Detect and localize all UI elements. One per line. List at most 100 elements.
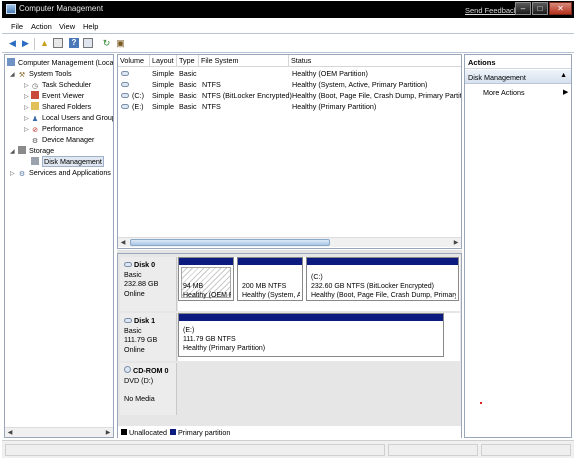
show-hide-action-pane-icon[interactable] <box>83 38 93 48</box>
tree-horizontal-scrollbar[interactable]: ◀ ▶ <box>5 427 113 437</box>
maximize-button[interactable]: □ <box>532 2 548 15</box>
tree-item-local-users-and-groups[interactable]: ♟ Local Users and Groups <box>31 113 113 124</box>
console-tree: Computer Management (Local ◢ ⚒ System Too… <box>4 54 114 438</box>
computer-icon <box>7 58 15 66</box>
cell-volume: (C:) <box>132 91 144 100</box>
minimize-button[interactable]: – <box>515 2 531 15</box>
close-button[interactable]: ✕ <box>549 2 572 15</box>
column-header-volume[interactable]: Volume <box>118 55 150 67</box>
scrollbar-thumb[interactable] <box>130 239 330 246</box>
collapse-up-icon[interactable]: ▲ <box>560 72 567 79</box>
scroll-left-icon[interactable]: ◀ <box>119 239 127 247</box>
disk-type: Basic <box>124 269 142 279</box>
services-icon: ⚙ <box>18 171 26 178</box>
collapse-triangle-icon[interactable]: ◢ <box>10 71 15 78</box>
disk-info-disk-1: Disk 1 Basic 111.79 GB Online <box>120 313 177 361</box>
scroll-left-icon[interactable]: ◀ <box>6 429 14 437</box>
tree-item-performance[interactable]: ⊘ Performance <box>31 124 83 135</box>
disk-name: Disk 1 <box>134 316 156 325</box>
tree-item-shared-folders[interactable]: Shared Folders <box>31 102 91 111</box>
expand-triangle-icon[interactable]: ▷ <box>24 126 29 133</box>
expand-triangle-icon[interactable]: ▷ <box>10 170 15 177</box>
volume-list: Volume Layout Type File System Status Si… <box>117 54 462 249</box>
tree-item-disk-management[interactable]: Disk Management <box>31 156 104 167</box>
back-arrow-icon[interactable]: ◀ <box>7 38 18 49</box>
partition-oem[interactable]: 94 MB Healthy (OEM P <box>178 257 234 301</box>
tree-item-computer-management[interactable]: Computer Management (Local <box>7 58 113 67</box>
collapse-triangle-icon[interactable]: ◢ <box>10 148 15 155</box>
cell-volume: (E:) <box>132 102 144 111</box>
forward-arrow-icon[interactable]: ▶ <box>20 38 31 49</box>
partition-size: 232.60 GB NTFS (BitLocker Encrypted) <box>311 283 434 290</box>
scroll-right-icon[interactable]: ▶ <box>452 239 460 247</box>
menu-help[interactable]: Help <box>83 22 98 31</box>
partition-c[interactable]: (C:) 232.60 GB NTFS (BitLocker Encrypted… <box>306 257 459 301</box>
legend-label-primary: Primary partition <box>178 428 231 437</box>
tree-item-storage[interactable]: Storage <box>18 146 54 155</box>
cell-type: Basic <box>179 102 197 111</box>
disk-icon <box>124 262 132 267</box>
disk-row-disk-0[interactable]: Disk 0 Basic 232.88 GB Online 94 MB Heal… <box>120 257 460 311</box>
disk-size: 232.88 GB <box>124 279 159 289</box>
window-title: Computer Management <box>19 4 104 13</box>
partition-bar <box>307 258 458 265</box>
event-viewer-icon <box>31 91 39 99</box>
disk-management-icon <box>31 157 39 165</box>
properties-icon[interactable]: ▣ <box>115 38 126 49</box>
tree-item-device-manager[interactable]: ⚙ Device Manager <box>31 135 94 146</box>
partition-bar <box>238 258 302 265</box>
clock-icon: ◷ <box>31 83 39 90</box>
tree-item-services-and-applications[interactable]: ⚙ Services and Applications <box>18 168 111 179</box>
send-feedback-link[interactable]: Send Feedback <box>465 6 518 15</box>
menu-action[interactable]: Action <box>31 22 52 31</box>
status-bar <box>2 440 574 458</box>
cell-file-system: NTFS <box>202 80 221 89</box>
disk-icon <box>121 69 129 78</box>
disk-size: 111.79 GB <box>124 335 158 345</box>
disk-name: Disk 0 <box>134 260 156 269</box>
actions-section-disk-management[interactable]: Disk Management ▲ <box>465 70 571 84</box>
partition-label: (C:) <box>311 274 323 281</box>
expand-triangle-icon[interactable]: ▷ <box>24 82 29 89</box>
partition-e[interactable]: (E:) 111.79 GB NTFS Healthy (Primary Par… <box>178 313 444 357</box>
column-header-file-system[interactable]: File System <box>199 55 289 67</box>
up-folder-icon[interactable]: ▲ <box>39 38 50 49</box>
column-header-status[interactable]: Status <box>289 55 461 67</box>
menu-bar: File Action View Help <box>2 20 574 32</box>
partition-bar <box>179 314 443 321</box>
partition-label: (E:) <box>183 327 195 334</box>
partition-size: 200 MB NTFS <box>242 283 287 290</box>
column-header-type[interactable]: Type <box>177 55 199 67</box>
tree-item-task-scheduler[interactable]: ◷ Task Scheduler <box>31 80 91 91</box>
volume-list-horizontal-scrollbar[interactable]: ◀ ▶ <box>118 237 461 247</box>
submenu-arrow-icon[interactable]: ▶ <box>563 88 568 96</box>
actions-section-label: Disk Management <box>468 73 526 82</box>
cdrom-icon <box>124 366 131 373</box>
cursor-dot <box>480 402 482 404</box>
tree-item-event-viewer[interactable]: Event Viewer <box>31 91 84 100</box>
expand-triangle-icon[interactable]: ▷ <box>24 115 29 122</box>
partition-system[interactable]: 200 MB NTFS Healthy (System, A <box>237 257 303 301</box>
tree-item-system-tools[interactable]: ⚒ System Tools <box>18 69 72 80</box>
title-bar: Computer Management Send Feedback – □ ✕ <box>2 1 574 18</box>
actions-header: Actions <box>465 55 571 69</box>
scroll-right-icon[interactable]: ▶ <box>104 429 112 437</box>
menu-view[interactable]: View <box>59 22 75 31</box>
disk-icon <box>121 80 129 89</box>
expand-triangle-icon[interactable]: ▷ <box>24 93 29 100</box>
disk-name: CD-ROM 0 <box>133 366 169 375</box>
legend-swatch-primary <box>170 429 176 435</box>
disk-layout-pane: Disk 0 Basic 232.88 GB Online 94 MB Heal… <box>117 253 462 438</box>
disk-row-cdrom-0[interactable]: CD-ROM 0 DVD (D:) No Media <box>120 363 460 415</box>
expand-triangle-icon[interactable]: ▷ <box>24 104 29 111</box>
column-header-layout[interactable]: Layout <box>150 55 177 67</box>
device-manager-icon: ⚙ <box>31 138 39 145</box>
help-icon[interactable]: ? <box>69 38 79 48</box>
refresh-icon[interactable]: ↻ <box>101 38 112 49</box>
more-actions-item[interactable]: More Actions <box>483 88 525 97</box>
menu-file[interactable]: File <box>11 22 23 31</box>
cell-layout: Simple <box>152 80 174 89</box>
disk-row-disk-1[interactable]: Disk 1 Basic 111.79 GB Online (E:) 111.7… <box>120 313 460 361</box>
show-hide-console-tree-icon[interactable] <box>53 38 63 48</box>
disk-icon <box>121 102 129 111</box>
